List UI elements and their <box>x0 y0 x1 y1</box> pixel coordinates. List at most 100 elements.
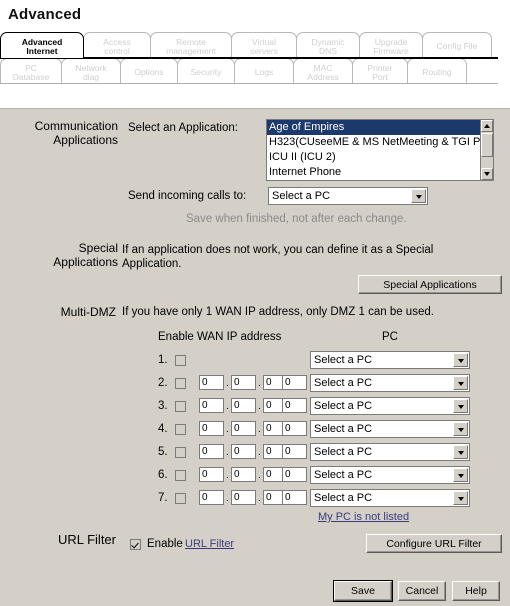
ip-dot: . <box>258 378 261 389</box>
dmz-ip-octet-4[interactable]: 0 <box>282 490 307 505</box>
tab-routing[interactable]: Routing <box>407 58 467 84</box>
multi-dmz-label: Multi-DMZ <box>60 305 116 319</box>
special-applications-button[interactable]: Special Applications <box>358 275 502 294</box>
select-application-label: Select an Application: <box>128 122 238 134</box>
dmz-row-number: 3. <box>158 400 168 412</box>
dmz-enable-checkbox[interactable] <box>175 378 186 389</box>
ip-dot: . <box>226 470 229 481</box>
application-listbox[interactable]: Age of Empires H323(CUseeME & MS NetMeet… <box>266 119 494 181</box>
dmz-pc-select-value: Select a PC <box>314 446 373 458</box>
chevron-down-icon[interactable] <box>453 468 468 482</box>
chevron-down-icon[interactable] <box>411 189 426 203</box>
dmz-ip-octet-2[interactable]: 0 <box>231 490 256 505</box>
chevron-down-icon[interactable] <box>453 376 468 390</box>
dmz-enable-checkbox[interactable] <box>175 493 186 504</box>
dmz-pc-select-value: Select a PC <box>314 469 373 481</box>
dmz-pc-select[interactable]: Select a PC <box>310 397 470 415</box>
dmz-enable-checkbox[interactable] <box>175 447 186 458</box>
tab-security[interactable]: Security <box>177 58 235 84</box>
special-applications-label: Special Applications <box>53 241 118 269</box>
application-option[interactable]: Age of Empires <box>267 120 493 135</box>
dmz-ip-octet-1[interactable]: 0 <box>199 467 224 482</box>
advanced-internet-panel: Communication Applications Select an App… <box>0 108 510 606</box>
save-button[interactable]: Save <box>333 580 393 602</box>
dmz-ip-octet-1[interactable]: 0 <box>199 375 224 390</box>
send-calls-select-value: Select a PC <box>272 190 331 202</box>
ip-dot: . <box>258 424 261 435</box>
dmz-ip-octet-4[interactable]: 0 <box>282 375 307 390</box>
chevron-down-icon[interactable] <box>453 422 468 436</box>
dmz-ip-octet-1[interactable]: 0 <box>199 490 224 505</box>
scroll-down-icon[interactable] <box>481 168 493 180</box>
tab-remote-management[interactable]: Remote management <box>150 32 232 58</box>
dmz-ip-octet-4[interactable]: 0 <box>282 444 307 459</box>
tab-upgrade-firmware[interactable]: Upgrade Firmware <box>359 32 423 58</box>
dmz-enable-checkbox[interactable] <box>175 355 186 366</box>
ip-dot: . <box>258 470 261 481</box>
dmz-ip-octet-4[interactable]: 0 <box>282 421 307 436</box>
ip-dot: . <box>258 493 261 504</box>
send-calls-select[interactable]: Select a PC <box>268 187 428 205</box>
ip-dot: . <box>226 378 229 389</box>
page-title: Advanced <box>8 6 82 23</box>
dmz-row-number: 4. <box>158 423 168 435</box>
ip-dot: . <box>226 424 229 435</box>
configure-url-filter-button[interactable]: Configure URL Filter <box>366 534 502 553</box>
application-option[interactable]: ICU II (ICU 2) <box>267 150 493 165</box>
dmz-ip-octet-4[interactable]: 0 <box>282 467 307 482</box>
column-header-enable-wan-ip: Enable WAN IP address <box>158 331 282 343</box>
tab-pc-database[interactable]: PC Database <box>0 58 62 84</box>
application-option[interactable]: Internet Phone <box>267 165 493 180</box>
dmz-pc-select[interactable]: Select a PC <box>310 374 470 392</box>
tab-logs[interactable]: Logs <box>234 58 294 84</box>
tab-network-diag[interactable]: Network diag <box>61 58 121 84</box>
listbox-scrollbar[interactable] <box>480 120 493 180</box>
chevron-down-icon[interactable] <box>453 353 468 367</box>
chevron-down-icon[interactable] <box>453 491 468 505</box>
dmz-row-number: 5. <box>158 446 168 458</box>
dmz-pc-select[interactable]: Select a PC <box>310 489 470 507</box>
url-filter-link[interactable]: URL Filter <box>185 538 234 550</box>
chevron-down-icon[interactable] <box>453 445 468 459</box>
scroll-up-icon[interactable] <box>481 120 493 132</box>
tab-virtual-servers[interactable]: Virtual servers <box>231 32 297 58</box>
url-filter-label: URL Filter <box>57 532 116 547</box>
url-filter-enable-checkbox[interactable] <box>130 539 141 550</box>
dmz-enable-checkbox[interactable] <box>175 470 186 481</box>
column-header-pc: PC <box>382 331 398 343</box>
dmz-ip-octet-1[interactable]: 0 <box>199 444 224 459</box>
dmz-ip-octet-2[interactable]: 0 <box>231 421 256 436</box>
dmz-pc-select[interactable]: Select a PC <box>310 351 470 369</box>
tab-printer-port[interactable]: Printer Port <box>352 58 408 84</box>
tab-advanced-internet[interactable]: Advanced Internet <box>0 32 84 58</box>
dmz-ip-octet-1[interactable]: 0 <box>199 398 224 413</box>
cancel-button[interactable]: Cancel <box>398 581 446 601</box>
dmz-ip-octet-1[interactable]: 0 <box>199 421 224 436</box>
dmz-ip-octet-2[interactable]: 0 <box>231 467 256 482</box>
tab-mac-address[interactable]: MAC Address <box>293 58 353 84</box>
tab-access-control[interactable]: Access control <box>83 32 151 58</box>
ip-dot: . <box>226 401 229 412</box>
dmz-ip-octet-2[interactable]: 0 <box>231 398 256 413</box>
dmz-pc-select-value: Select a PC <box>314 423 373 435</box>
tab-config-file[interactable]: Config File <box>422 32 492 58</box>
dmz-pc-select[interactable]: Select a PC <box>310 466 470 484</box>
dmz-ip-octet-2[interactable]: 0 <box>231 375 256 390</box>
chevron-down-icon[interactable] <box>453 399 468 413</box>
dmz-ip-octet-2[interactable]: 0 <box>231 444 256 459</box>
dmz-enable-checkbox[interactable] <box>175 424 186 435</box>
dmz-pc-select[interactable]: Select a PC <box>310 443 470 461</box>
dmz-row-number: 6. <box>158 469 168 481</box>
dmz-ip-octet-4[interactable]: 0 <box>282 398 307 413</box>
save-reminder-note: Save when finished, not after each chang… <box>186 213 407 225</box>
tab-dynamic-dns[interactable]: Dynamic DNS <box>296 32 360 58</box>
my-pc-not-listed-link[interactable]: My PC is not listed <box>318 511 409 523</box>
dmz-pc-select-value: Select a PC <box>314 492 373 504</box>
scrollbar-thumb[interactable] <box>481 133 493 157</box>
tab-options[interactable]: Options <box>120 58 178 84</box>
multi-dmz-description: If you have only 1 WAN IP address, only … <box>122 306 434 318</box>
application-option[interactable]: H323(CUseeME & MS NetMeeting & TGI Phone… <box>267 135 493 150</box>
help-button[interactable]: Help <box>452 581 500 601</box>
dmz-pc-select[interactable]: Select a PC <box>310 420 470 438</box>
dmz-enable-checkbox[interactable] <box>175 401 186 412</box>
